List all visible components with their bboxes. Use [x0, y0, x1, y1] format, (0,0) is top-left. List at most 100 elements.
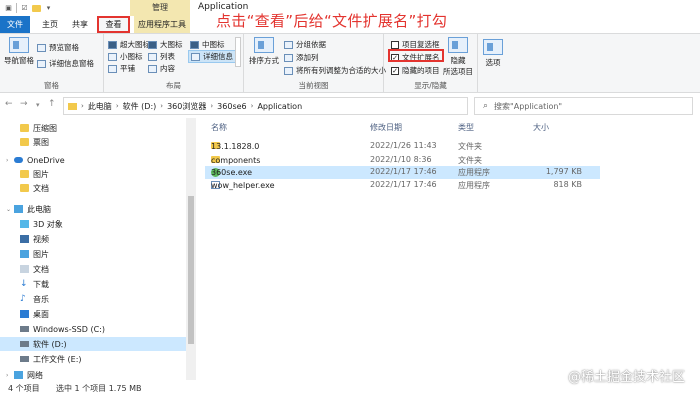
- tab-file[interactable]: 文件: [0, 16, 30, 33]
- 3d-objects-icon: [20, 220, 29, 228]
- layout-list[interactable]: 列表: [148, 51, 175, 62]
- desktop-icon: [20, 310, 29, 318]
- sort-icon: [254, 37, 274, 53]
- nav-item-piaotu[interactable]: 票图: [0, 135, 186, 149]
- nav-item-onedrive[interactable]: › OneDrive: [0, 153, 186, 167]
- customize-qa-icon[interactable]: ▾: [44, 4, 53, 13]
- add-columns-button[interactable]: 添加列: [284, 52, 319, 63]
- nav-item-drive-d[interactable]: 软件 (D:): [0, 337, 186, 351]
- recent-locations-icon[interactable]: ▾: [36, 101, 40, 109]
- file-name: components: [211, 156, 261, 165]
- chevron-right-icon[interactable]: ›: [6, 372, 14, 379]
- layout-small[interactable]: 小图标: [108, 51, 143, 62]
- add-columns-label: 添加列: [296, 53, 319, 62]
- nav-item-downloads[interactable]: ↓ 下载: [0, 277, 186, 291]
- breadcrumb-360se6[interactable]: 360se6: [217, 102, 246, 111]
- tab-view[interactable]: 查看: [97, 16, 130, 33]
- forward-icon[interactable]: →: [20, 99, 28, 109]
- nav-item-this-pc[interactable]: ⌄ 此电脑: [0, 202, 186, 216]
- nav-item-desktop[interactable]: 桌面: [0, 307, 186, 321]
- column-header-size[interactable]: 大小: [533, 122, 549, 133]
- music-icon: ♪: [20, 294, 26, 304]
- layout-medium[interactable]: 中图标: [190, 39, 225, 50]
- chevron-right-icon[interactable]: ›: [160, 102, 163, 110]
- nav-item-onedrive-pictures[interactable]: 图片: [0, 167, 186, 181]
- column-header-type[interactable]: 类型: [458, 122, 474, 133]
- details-pane-button[interactable]: 详细信息窗格: [37, 58, 94, 69]
- chevron-right-icon[interactable]: ›: [6, 157, 14, 164]
- chevron-down-icon[interactable]: ⌄: [6, 206, 14, 213]
- tab-share[interactable]: 共享: [66, 16, 94, 33]
- breadcrumb-this-pc[interactable]: 此电脑: [88, 101, 112, 112]
- pictures-icon: [20, 250, 29, 258]
- layout-details[interactable]: 详细信息: [188, 50, 236, 63]
- medium-label: 中图标: [202, 40, 225, 49]
- item-checkboxes-checkbox[interactable]: [391, 40, 399, 49]
- table-row-selected[interactable]: 360se.exe 2022/1/17 17:46 应用程序 1,797 KB: [205, 166, 600, 179]
- nav-scrollbar-thumb[interactable]: [188, 196, 194, 344]
- table-row[interactable]: wow_helper.exe 2022/1/17 17:46 应用程序 818 …: [205, 179, 600, 192]
- hidden-items-toggle[interactable]: ✓ 隐藏的项目: [391, 65, 440, 76]
- group-by-button[interactable]: 分组依据: [284, 39, 326, 50]
- chevron-right-icon[interactable]: ›: [81, 102, 84, 110]
- pc-icon: [14, 205, 23, 213]
- status-selection: 选中 1 个项目 1.75 MB: [56, 384, 142, 393]
- nav-item-compressed[interactable]: 压缩图: [0, 121, 186, 135]
- breadcrumb-360-browser[interactable]: 360浏览器: [167, 101, 206, 112]
- folder-icon: [20, 170, 29, 178]
- quick-access-toolbar: ▣ ☑ ▾: [4, 3, 53, 13]
- tab-app-tools[interactable]: 应用程序工具: [134, 16, 190, 33]
- layout-scroll[interactable]: [235, 37, 241, 67]
- window-menu-icon[interactable]: ▣: [4, 4, 13, 13]
- extra-large-icons-icon: [108, 40, 117, 49]
- layout-content[interactable]: 内容: [148, 63, 175, 74]
- layout-extra-large[interactable]: 超大图标: [108, 39, 150, 50]
- layout-tiles[interactable]: 平铺: [108, 63, 135, 74]
- nav-item-music[interactable]: ♪ 音乐: [0, 292, 186, 306]
- folder-icon: [68, 102, 77, 110]
- options-button[interactable]: 选项: [480, 39, 506, 68]
- nav-pane-label: 导航窗格: [4, 56, 34, 65]
- hide-selected-label-2: 所选项目: [443, 67, 473, 76]
- list-icon: [148, 52, 157, 61]
- search-box[interactable]: ⌕ 搜索"Application": [474, 97, 693, 115]
- nav-item-pictures[interactable]: 图片: [0, 247, 186, 261]
- chevron-right-icon[interactable]: ›: [210, 102, 213, 110]
- content-label: 内容: [160, 64, 175, 73]
- nav-item-drive-e[interactable]: 工作文件 (E:): [0, 352, 186, 366]
- nav-item-onedrive-documents[interactable]: 文档: [0, 181, 186, 195]
- table-row[interactable]: 13.1.1828.0 2022/1/26 11:43 文件夹: [205, 140, 600, 153]
- sort-by-button[interactable]: 排序方式: [247, 37, 281, 66]
- preview-pane-button[interactable]: 预览窗格: [37, 42, 79, 53]
- nav-pane-button[interactable]: 导航窗格: [2, 37, 36, 66]
- nav-item-drive-c[interactable]: Windows-SSD (C:): [0, 322, 186, 336]
- ribbon-group-pane: 导航窗格 预览窗格 详细信息窗格 窗格: [0, 34, 104, 93]
- chevron-right-icon[interactable]: ›: [251, 102, 254, 110]
- chevron-right-icon[interactable]: ›: [116, 102, 119, 110]
- breadcrumb-application[interactable]: Application: [257, 102, 302, 111]
- address-bar[interactable]: › 此电脑 › 软件 (D:) › 360浏览器 › 360se6 › Appl…: [63, 97, 468, 115]
- column-header-name[interactable]: 名称: [211, 122, 227, 133]
- column-header-date[interactable]: 修改日期: [370, 122, 402, 133]
- breadcrumb-drive-d[interactable]: 软件 (D:): [123, 101, 157, 112]
- nav-item-network[interactable]: › 网络: [0, 368, 186, 380]
- nav-item-videos[interactable]: 视频: [0, 232, 186, 246]
- layout-large[interactable]: 大图标: [148, 39, 183, 50]
- up-icon[interactable]: ↑: [48, 99, 56, 109]
- tab-home[interactable]: 主页: [36, 16, 64, 33]
- folder-icon: [20, 124, 29, 132]
- instruction-annotation: 点击“查看”后给“文件扩展名”打勾: [216, 12, 448, 30]
- preview-pane-icon: [37, 43, 46, 52]
- nav-item-documents[interactable]: 文档: [0, 262, 186, 276]
- nav-scrollbar[interactable]: [186, 118, 196, 380]
- file-type: 文件夹: [458, 142, 482, 151]
- size-columns-button[interactable]: 将所有列调整为合适的大小: [284, 65, 386, 76]
- new-folder-icon[interactable]: [32, 4, 41, 12]
- nav-item-3d-objects[interactable]: 3D 对象: [0, 217, 186, 231]
- file-type: 文件夹: [458, 156, 482, 165]
- back-icon[interactable]: ←: [5, 99, 13, 109]
- properties-icon[interactable]: ☑: [20, 4, 29, 13]
- hidden-items-checkbox[interactable]: ✓: [391, 66, 399, 75]
- hide-selected-button[interactable]: 隐藏 所选项目: [440, 37, 476, 77]
- sort-by-label: 排序方式: [249, 56, 279, 65]
